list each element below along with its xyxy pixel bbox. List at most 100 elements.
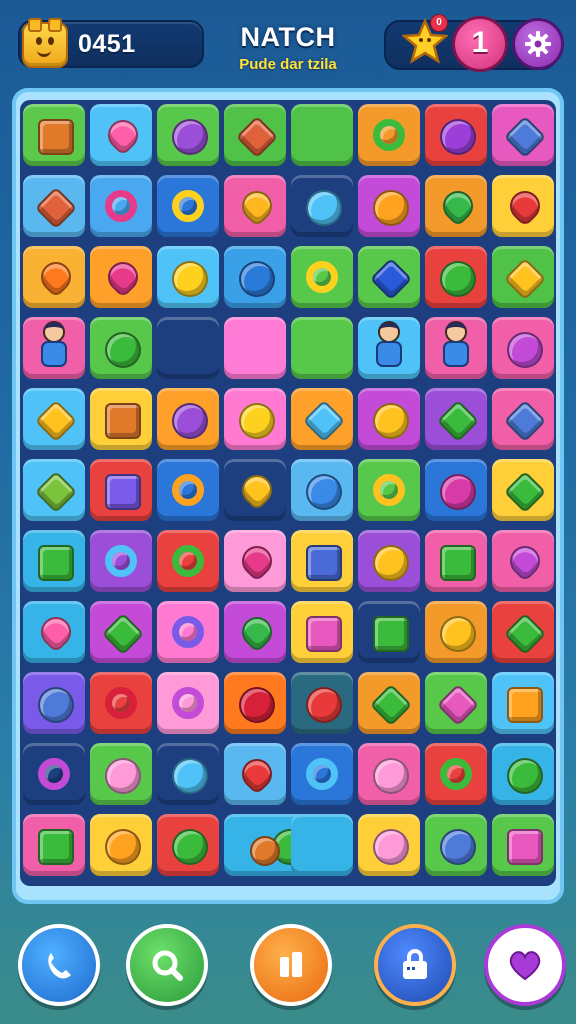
board-tile[interactable] [90,743,152,805]
board-tile[interactable] [358,743,420,805]
board-tile[interactable] [90,246,152,308]
board-tile[interactable] [224,601,286,663]
candy-icon [373,545,409,581]
board-tile[interactable] [425,743,487,805]
board-tile[interactable] [23,246,85,308]
board-tile[interactable] [224,530,286,592]
board-tile[interactable] [358,601,420,663]
board-tile[interactable] [492,530,554,592]
board-tile[interactable] [492,246,554,308]
board-tile[interactable] [90,814,152,876]
board-tile[interactable] [157,459,219,521]
board-tile[interactable] [291,388,353,450]
board-tile[interactable] [224,743,286,805]
candy-icon [105,687,137,719]
board-tile[interactable] [90,388,152,450]
candy-icon [172,261,208,297]
board-tile[interactable] [23,601,85,663]
board-tile[interactable] [157,175,219,237]
board-tile[interactable] [157,317,219,379]
board-tile[interactable] [224,459,286,521]
board-tile[interactable] [90,317,152,379]
lives-button[interactable]: 1 [452,16,508,72]
board-tile[interactable] [358,388,420,450]
board-tile[interactable] [425,175,487,237]
board-tile[interactable] [157,246,219,308]
board-tile[interactable] [358,814,420,876]
board-tile[interactable] [291,317,353,379]
board-tile[interactable] [291,743,353,805]
back-button[interactable] [18,924,100,1006]
boost-button[interactable] [250,924,332,1006]
board-tile[interactable] [157,814,219,876]
board-tile[interactable] [492,175,554,237]
board-tile[interactable] [23,175,85,237]
board-tile[interactable] [291,530,353,592]
board-tile[interactable] [358,672,420,734]
board-tile[interactable] [492,814,554,876]
board-tile[interactable] [291,672,353,734]
board-tile[interactable] [492,601,554,663]
board-tile[interactable] [90,104,152,166]
search-button[interactable] [126,924,208,1006]
board-tile[interactable] [425,459,487,521]
board-tile[interactable] [492,104,554,166]
board-tile[interactable] [90,175,152,237]
board-tile[interactable] [492,388,554,450]
board-tile[interactable] [492,317,554,379]
board-tile[interactable] [23,459,85,521]
board-tile[interactable] [492,672,554,734]
board-tile[interactable] [291,601,353,663]
board-tile[interactable] [23,388,85,450]
board-tile[interactable] [90,601,152,663]
board-tile[interactable] [425,317,487,379]
board-tile[interactable] [291,814,353,876]
board-tile[interactable] [224,175,286,237]
board-tile[interactable] [23,814,85,876]
board-tile[interactable] [224,104,286,166]
board-tile[interactable] [425,530,487,592]
board-tile[interactable] [358,104,420,166]
board-tile[interactable] [23,530,85,592]
board-tile[interactable] [425,104,487,166]
board-tile[interactable] [358,459,420,521]
board-tile[interactable] [425,601,487,663]
board-tile[interactable] [291,459,353,521]
board-tile[interactable] [23,672,85,734]
board-tile[interactable] [157,672,219,734]
board-tile[interactable] [23,317,85,379]
favorite-button[interactable] [484,924,566,1006]
board-tile[interactable] [157,104,219,166]
board-tile[interactable] [358,246,420,308]
board-tile[interactable] [23,743,85,805]
board-tile[interactable] [224,672,286,734]
board-tile[interactable] [23,104,85,166]
board-tile[interactable] [157,530,219,592]
board-tile[interactable] [157,388,219,450]
board-tile[interactable] [425,672,487,734]
shop-button[interactable] [374,924,456,1006]
board-tile[interactable] [90,672,152,734]
board-tile[interactable] [224,388,286,450]
candy-icon [503,184,547,228]
board-tile[interactable] [291,175,353,237]
board-tile[interactable] [157,743,219,805]
board-tile[interactable] [492,459,554,521]
board-tile[interactable] [358,530,420,592]
candy-icon [172,474,204,506]
board-tile[interactable] [492,743,554,805]
settings-button[interactable] [512,18,564,70]
board-tile[interactable] [358,175,420,237]
candy-icon [38,119,74,155]
board-tile[interactable] [425,388,487,450]
board-tile[interactable] [425,814,487,876]
board-tile[interactable] [291,246,353,308]
board-tile[interactable] [224,317,286,379]
board-tile[interactable] [224,246,286,308]
board-tile[interactable] [291,104,353,166]
board-tile[interactable] [358,317,420,379]
board-tile[interactable] [157,601,219,663]
board-tile[interactable] [90,530,152,592]
board-tile[interactable] [90,459,152,521]
board-tile[interactable] [425,246,487,308]
